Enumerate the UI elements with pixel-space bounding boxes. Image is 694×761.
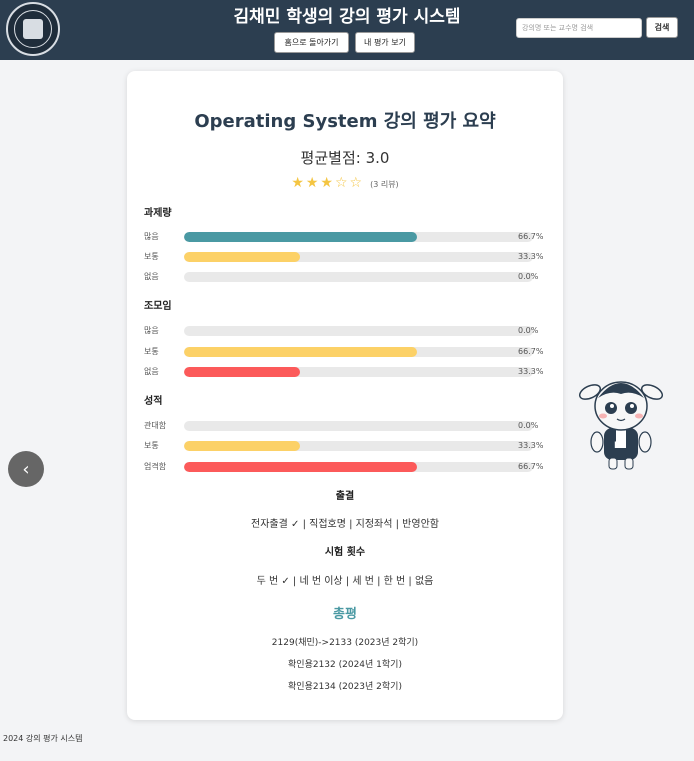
home-button[interactable]: 홈으로 돌아가기 — [274, 32, 349, 53]
exam-count-options: 두 번 ✓ | 네 번 이상 | 세 번 | 한 번 | 없음 — [256, 576, 434, 587]
bar-row: 보통 33.3% — [144, 251, 549, 263]
footer-text: 2024 강의 평가 시스템 — [3, 734, 83, 743]
review-item: 확인용2132 (2024년 1학기) — [288, 660, 402, 670]
summary-card: Operating System 강의 평가 요약 평균별점: 3.0 ★★★☆… — [127, 71, 563, 720]
bar-row: 관대함 0.0% — [144, 420, 549, 432]
attendance-options: 전자출결 ✓ | 직접호명 | 지정좌석 | 반영안함 — [251, 519, 439, 530]
bar-label: 보통 — [144, 252, 159, 261]
star-rating-icon: ★★★☆☆ — [291, 175, 365, 191]
bar-row: 없음 33.3% — [144, 366, 549, 378]
bar-label: 보통 — [144, 347, 159, 356]
bar-track — [184, 462, 533, 472]
review-count: (3 리뷰) — [370, 180, 399, 189]
my-reviews-button[interactable]: 내 평가 보기 — [355, 32, 415, 53]
bar-track — [184, 421, 533, 431]
bar-track — [184, 326, 533, 336]
bar-label: 없음 — [144, 272, 159, 281]
bar-percent: 33.3% — [518, 367, 544, 376]
bar-row: 많음 66.7% — [144, 231, 549, 243]
section-title-assignments: 과제량 — [144, 208, 172, 219]
bar-track — [184, 252, 533, 262]
bar-label: 많음 — [144, 326, 159, 335]
review-item: 2129(채민)->2133 (2023년 2학기) — [271, 638, 419, 648]
bar-row: 보통 33.3% — [144, 440, 549, 452]
bar-percent: 33.3% — [518, 252, 544, 261]
overall-review-title: 총평 — [333, 607, 357, 622]
bar-track — [184, 367, 533, 377]
bar-fill — [184, 441, 301, 451]
bar-label: 보통 — [144, 441, 159, 450]
previous-arrow-button[interactable]: ‹ — [8, 451, 44, 487]
review-item: 확인용2134 (2023년 2학기) — [288, 682, 402, 692]
svg-text:H: H — [614, 441, 622, 451]
bar-label: 관대함 — [144, 421, 167, 430]
top-header: 김채민 학생의 강의 평가 시스템 홈으로 돌아가기 내 평가 보기 검색 — [0, 0, 694, 60]
bar-label: 엄격함 — [144, 462, 167, 471]
bar-row: 많음 0.0% — [144, 325, 549, 337]
bar-percent: 33.3% — [518, 441, 544, 450]
chevron-left-icon: ‹ — [22, 458, 30, 480]
bar-track — [184, 347, 533, 357]
bar-percent: 0.0% — [518, 326, 539, 335]
bar-row: 보통 66.7% — [144, 346, 549, 358]
bar-track — [184, 232, 533, 242]
bar-fill — [184, 232, 417, 242]
average-rating: 평균별점: 3.0 — [300, 149, 390, 167]
bar-fill — [184, 462, 417, 472]
course-summary-title: Operating System 강의 평가 요약 — [194, 111, 496, 132]
search-button[interactable]: 검색 — [646, 17, 678, 38]
bar-percent: 0.0% — [518, 272, 539, 281]
mascot-character-icon: H — [578, 381, 664, 470]
bar-percent: 66.7% — [518, 462, 544, 471]
bar-fill — [184, 367, 301, 377]
bar-track — [184, 441, 533, 451]
bar-percent: 0.0% — [518, 421, 539, 430]
bar-fill — [184, 347, 417, 357]
section-title-grading: 성적 — [144, 396, 163, 407]
bar-label: 많음 — [144, 232, 159, 241]
bar-row: 엄격함 66.7% — [144, 461, 549, 473]
attendance-title: 출결 — [335, 491, 355, 502]
bar-percent: 66.7% — [518, 347, 544, 356]
bar-fill — [184, 252, 301, 262]
section-title-team-projects: 조모임 — [144, 301, 172, 312]
bar-label: 없음 — [144, 367, 159, 376]
exam-count-title: 시험 횟수 — [324, 547, 366, 558]
bar-percent: 66.7% — [518, 232, 544, 241]
bar-row: 없음 0.0% — [144, 271, 549, 283]
rating-row: ★★★☆☆ (3 리뷰) — [127, 172, 563, 191]
bar-track — [184, 272, 533, 282]
search-input[interactable] — [516, 18, 642, 38]
